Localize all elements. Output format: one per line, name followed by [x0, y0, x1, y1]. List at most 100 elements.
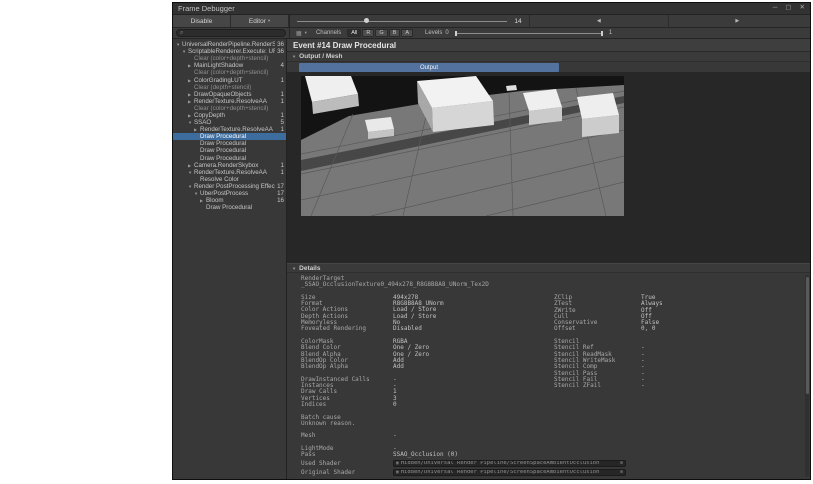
details-scrollbar-thumb[interactable]: [805, 277, 809, 395]
tree-item[interactable]: ▶ MainLightShadow 4: [173, 62, 286, 69]
chevron-down-icon: ▾: [267, 18, 271, 23]
details-foldout[interactable]: ▼ Details: [287, 263, 810, 273]
levels-min-thumb[interactable]: [454, 30, 457, 36]
event-detail-panel: Event #14 Draw Procedural ▼ Output / Mes…: [287, 39, 810, 479]
levels-max-thumb[interactable]: [600, 30, 603, 36]
render-preview-image: [301, 76, 624, 216]
detail-label: Offset: [554, 325, 576, 333]
tree-item-count: 1: [280, 97, 284, 105]
tree-item[interactable]: ▶ RenderTexture.ResolveAA 1: [173, 126, 286, 133]
levels-label: Levels: [425, 30, 443, 36]
tree-item-count: 1: [280, 126, 284, 134]
tree-item-label: DrawOpaqueObjects: [194, 90, 252, 98]
foldout-open-icon: ▼: [292, 265, 297, 271]
tree-item-label: UberPostProcess: [200, 190, 249, 198]
next-frame-button[interactable]: ▶: [667, 15, 807, 27]
tree-item-count: 36: [277, 48, 284, 56]
tree-item[interactable]: ▶ DrawOpaqueObjects 1: [173, 91, 286, 98]
tree-item[interactable]: ▼ Render PostProcessing Effects 17: [173, 183, 286, 190]
tree-item-label: RenderTexture.ResolveAA: [194, 168, 267, 176]
shader-reference-field[interactable]: ▣ Hidden/Universal Render Pipeline/Screen…: [393, 468, 626, 476]
tree-item[interactable]: ▶ Bloom 16: [173, 197, 286, 204]
detail-row: Stencil ZFail -: [554, 382, 663, 389]
close-icon[interactable]: ✕: [800, 5, 805, 12]
render-target-icon[interactable]: ▦: [296, 30, 302, 37]
tree-item[interactable]: Draw Procedural: [173, 204, 286, 211]
tree-item-label: ColorGradingLUT: [194, 76, 243, 84]
tree-item[interactable]: Draw Procedural: [173, 133, 286, 141]
tree-item[interactable]: ▼ SSAO 5: [173, 119, 286, 126]
search-icon: ⌕: [180, 29, 184, 36]
editor-dropdown-label: Editor: [248, 17, 266, 25]
detail-row: Used Shader ▣ Hidden/Universal Render Pipe…: [301, 459, 810, 468]
tree-item-label: RenderTexture.ResolveAA: [194, 97, 267, 105]
chevron-down-icon[interactable]: ▾: [305, 30, 307, 36]
tree-item[interactable]: Clear (color+depth+stencil): [173, 105, 286, 112]
tree-item-count: 1: [280, 168, 284, 176]
detail-label: Foveated Rendering: [301, 325, 367, 333]
tree-item[interactable]: ▼UniversalRenderPipeline.RenderSingleCam…: [173, 41, 286, 48]
levels-max: 1: [608, 30, 613, 36]
tree-item-label: MainLightShadow: [194, 62, 244, 70]
tree-item[interactable]: Clear (depth+stencil): [173, 84, 286, 91]
prev-frame-button[interactable]: ◀: [529, 15, 668, 27]
tree-item[interactable]: Draw Procedural: [173, 147, 286, 154]
tree-item-count: 1: [280, 111, 284, 119]
channel-button-a[interactable]: A: [401, 29, 414, 37]
tree-item[interactable]: Draw Procedural: [173, 140, 286, 147]
channel-button-r[interactable]: R: [362, 29, 375, 37]
output-mesh-label: Output / Mesh: [299, 53, 343, 60]
detail-label: BlendOp Alpha: [301, 363, 348, 371]
tree-item[interactable]: ▶ RenderTexture.ResolveAA 1: [173, 98, 286, 105]
detail-value: Disabled: [393, 325, 422, 333]
detail-row: Original Shader ▣ Hidden/Universal Render …: [301, 468, 810, 477]
levels-slider[interactable]: [454, 30, 603, 36]
tree-item-label: Draw Procedural: [200, 133, 247, 141]
tree-item[interactable]: Draw Procedural: [173, 155, 286, 162]
window-title: Frame Debugger: [178, 4, 235, 13]
frame-slider[interactable]: [297, 18, 507, 23]
minimize-icon[interactable]: ─: [773, 5, 778, 12]
search-input[interactable]: ⌕: [176, 29, 286, 37]
details-scrollbar[interactable]: [805, 275, 809, 477]
tree-item[interactable]: Clear (color+depth+stencil): [173, 69, 286, 76]
tree-item[interactable]: Resolve Color: [173, 176, 286, 183]
tree-item-label: SSAO: [194, 119, 212, 127]
channels-bar: ▦ ▾ Channels All R G B A Levels 0 1: [290, 28, 810, 38]
tree-item-count: 1: [280, 76, 284, 84]
frame-slider-thumb[interactable]: [364, 18, 370, 23]
tree-item-count: 1: [280, 90, 284, 98]
tree-item-count: 5: [280, 119, 284, 127]
tree-item[interactable]: ▶ CopyDepth 1: [173, 112, 286, 119]
tree-item-count: 17: [277, 190, 284, 198]
shader-reference-field[interactable]: ▣ Hidden/Universal Render Pipeline/Screen…: [393, 459, 626, 467]
event-tree: ▼UniversalRenderPipeline.RenderSingleCam…: [173, 39, 287, 479]
filter-left: ⌕: [173, 28, 290, 38]
tree-item-label: Clear (color+depth+stencil): [194, 69, 269, 77]
editor-dropdown[interactable]: Editor ▾: [231, 15, 289, 27]
object-picker-icon[interactable]: ⊙: [620, 461, 623, 466]
channel-button-g[interactable]: G: [375, 29, 388, 37]
maximize-icon[interactable]: ▢: [785, 5, 791, 12]
frame-number[interactable]: 14: [512, 18, 524, 25]
tree-item[interactable]: ▶ ColorGradingLUT 1: [173, 76, 286, 84]
tree-item[interactable]: Clear (color+depth+stencil): [173, 55, 286, 62]
tree-item-label: Camera.RenderSkybox: [194, 161, 259, 169]
disable-button[interactable]: Disable: [173, 15, 231, 27]
object-picker-icon[interactable]: ⊙: [620, 470, 623, 475]
channel-button-all[interactable]: All: [347, 29, 362, 37]
tree-item[interactable]: ▼ScriptableRenderer.Execute: URP-HighFid…: [173, 48, 286, 55]
channel-button-b[interactable]: B: [388, 29, 401, 37]
tree-item-count: 1: [280, 161, 284, 169]
tab-output[interactable]: Output: [299, 63, 559, 72]
shader-icon: ▣: [396, 469, 399, 475]
output-mesh-foldout[interactable]: ▼ Output / Mesh: [287, 52, 810, 62]
titlebar[interactable]: Frame Debugger ─ ▢ ✕: [173, 3, 810, 15]
tree-item[interactable]: ▶ Camera.RenderSkybox 1: [173, 162, 286, 169]
detail-value: 0, 0: [641, 325, 656, 333]
tree-item[interactable]: ▼ UberPostProcess 17: [173, 190, 286, 197]
tree-item-label: CopyDepth: [194, 111, 225, 119]
tree-item-label: Clear (color+depth+stencil): [194, 104, 269, 112]
tree-item[interactable]: ▼ RenderTexture.ResolveAA 1: [173, 169, 286, 176]
tree-item-label: Resolve Color: [200, 175, 239, 183]
